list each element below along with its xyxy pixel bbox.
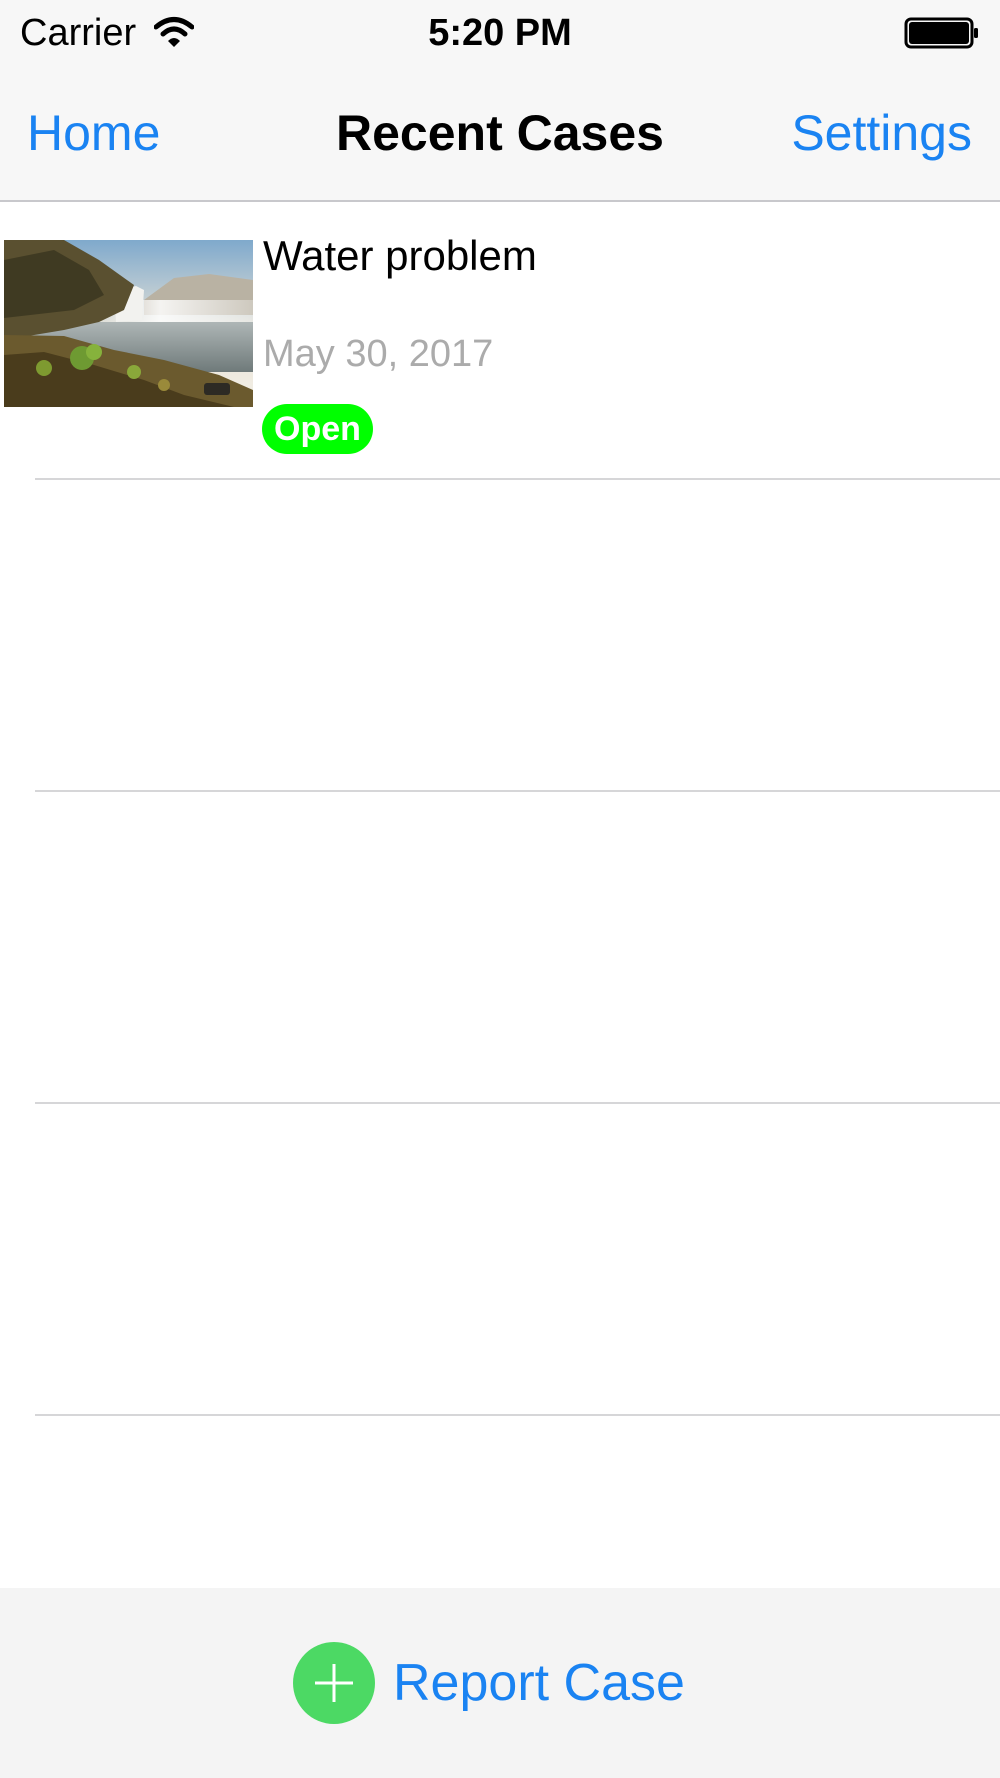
status-time: 5:20 PM: [428, 12, 572, 54]
case-date: May 30, 2017: [263, 333, 494, 375]
case-thumbnail-image: [4, 240, 253, 407]
empty-list-row: [0, 480, 1000, 790]
bottom-toolbar: Report Case: [0, 1588, 1000, 1778]
recent-cases-list: Water problem May 30, 2017 Open: [0, 202, 1000, 1587]
report-case-button[interactable]: Report Case: [293, 1641, 685, 1725]
status-badge: Open: [262, 404, 373, 454]
battery-full-icon: [904, 17, 978, 49]
case-row[interactable]: Water problem May 30, 2017 Open: [0, 202, 1000, 479]
app-screen: Carrier 5:20 PM Home Recent Cases Settin…: [0, 0, 1000, 1778]
navigation-bar: Home Recent Cases Settings: [0, 68, 1000, 202]
case-title: Water problem: [263, 232, 537, 279]
settings-button[interactable]: Settings: [791, 104, 972, 162]
list-separator: [35, 1414, 1000, 1416]
status-bar: Carrier 5:20 PM: [0, 0, 1000, 68]
plus-circle-icon: [293, 1642, 375, 1724]
empty-list-row: [0, 792, 1000, 1102]
report-case-label: Report Case: [393, 1654, 685, 1712]
empty-list-row: [0, 1104, 1000, 1414]
